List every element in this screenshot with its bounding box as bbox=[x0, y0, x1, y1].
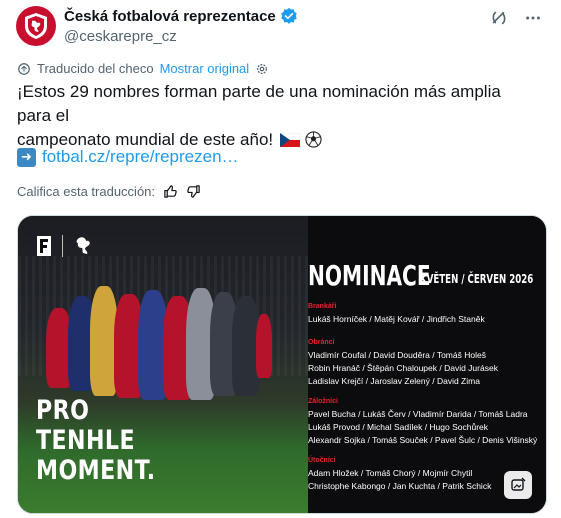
group-label-goalkeepers: Brankáři bbox=[308, 303, 337, 310]
group-label-midfielders: Záložníci bbox=[308, 398, 338, 405]
group-line: Vladimír Coufal / David Douděra / Tomáš … bbox=[308, 350, 486, 360]
tweet-text-line-1: ¡Estos 29 nombres forman parte de una no… bbox=[17, 82, 501, 125]
media-image[interactable]: PRO TENHLE MOMENT. NOMINACE KVĚTEN / ČER… bbox=[17, 215, 547, 514]
slogan-line: TENHLE bbox=[36, 425, 135, 456]
nomination-date: KVĚTEN / ČERVEN 2026 bbox=[420, 272, 534, 286]
avatar[interactable] bbox=[16, 6, 56, 46]
group-line: Alexandr Sojka / Tomáš Souček / Pavel Šu… bbox=[308, 435, 538, 445]
thumbs-up-icon[interactable] bbox=[163, 184, 178, 199]
lion-crest-icon bbox=[25, 13, 47, 39]
header-actions bbox=[489, 8, 543, 28]
edit-image-icon bbox=[511, 477, 526, 491]
slogan: PRO TENHLE MOMENT. bbox=[36, 396, 156, 486]
nomination-panel: NOMINACE KVĚTEN / ČERVEN 2026 Brankáři L… bbox=[308, 216, 546, 513]
display-name[interactable]: Česká fotbalová reprezentace bbox=[64, 8, 276, 25]
nomination-title: NOMINACE bbox=[308, 259, 431, 292]
edit-image-button[interactable] bbox=[504, 471, 532, 499]
tweet-link[interactable]: fotbal.cz/repre/reprezen… bbox=[42, 147, 239, 167]
tweet-text: ¡Estos 29 nombres forman parte de una no… bbox=[17, 80, 537, 152]
soccer-ball-icon bbox=[304, 131, 322, 148]
group-line: Lukáš Provod / Michal Sadílek / Hugo Soc… bbox=[308, 422, 489, 432]
account-name-row: Česká fotbalová reprezentace bbox=[64, 7, 298, 25]
facr-logo-icon bbox=[37, 236, 51, 256]
slogan-line: MOMENT. bbox=[36, 455, 156, 486]
right-arrow-icon: ➜ bbox=[17, 147, 36, 167]
translate-icon bbox=[18, 62, 30, 75]
group-line: Pavel Bucha / Lukáš Červ / Vladimír Dari… bbox=[308, 409, 528, 419]
handle[interactable]: @ceskarepre_cz bbox=[64, 28, 177, 45]
thumbs-down-icon[interactable] bbox=[186, 184, 201, 199]
translated-label: Traducido del checo bbox=[37, 61, 154, 76]
translation-info: Traducido del checo Mostrar original bbox=[17, 61, 269, 76]
lion-logo-icon bbox=[76, 237, 90, 254]
group-line: Robin Hranáč / Štěpán Chaloupek / David … bbox=[308, 363, 498, 373]
settings-gear-icon[interactable] bbox=[255, 62, 269, 76]
group-line: Ladislav Krejčí / Jaroslav Zelený / Davi… bbox=[308, 376, 480, 386]
group-label-forwards: Útočníci bbox=[308, 457, 336, 464]
rating-label: Califica esta traducción: bbox=[17, 184, 156, 199]
verified-badge-icon[interactable] bbox=[280, 7, 298, 25]
group-line: Christophe Kabongo / Jan Kuchta / Patrik… bbox=[308, 481, 492, 491]
group-label-defenders: Obránci bbox=[308, 339, 335, 346]
team-photo: PRO TENHLE MOMENT. bbox=[18, 216, 308, 513]
link-row: ➜ fotbal.cz/repre/reprezen… bbox=[17, 147, 239, 167]
media-logos bbox=[36, 234, 93, 258]
more-icon[interactable] bbox=[523, 8, 543, 28]
group-line: Lukáš Horníček / Matěj Kovář / Jindřich … bbox=[308, 314, 485, 324]
slogan-line: PRO bbox=[36, 395, 90, 426]
grok-icon[interactable] bbox=[489, 8, 509, 28]
group-line: Adam Hložek / Tomáš Chorý / Mojmír Chyti… bbox=[308, 468, 473, 478]
czech-flag-icon bbox=[279, 133, 300, 147]
translation-rating: Califica esta traducción: bbox=[17, 184, 201, 199]
show-original-link[interactable]: Mostrar original bbox=[160, 61, 250, 76]
